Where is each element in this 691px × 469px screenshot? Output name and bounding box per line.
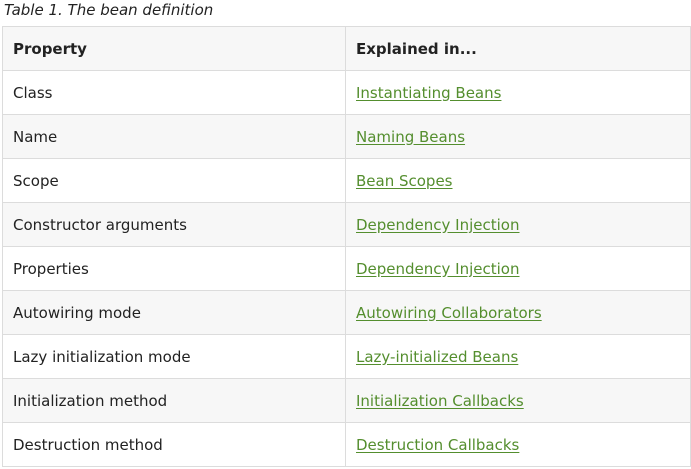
link-initialization-callbacks[interactable]: Initialization Callbacks (356, 392, 524, 410)
link-cell: Lazy-initialized Beans (345, 334, 691, 379)
table-row: Properties Dependency Injection (2, 246, 691, 291)
property-cell: Destruction method (2, 422, 346, 467)
link-lazy-initialized-beans[interactable]: Lazy-initialized Beans (356, 348, 518, 366)
link-naming-beans[interactable]: Naming Beans (356, 128, 465, 146)
link-cell: Destruction Callbacks (345, 422, 691, 467)
property-cell: Properties (2, 246, 346, 291)
link-cell: Initialization Callbacks (345, 378, 691, 423)
table-row: Lazy initialization mode Lazy-initialize… (2, 334, 691, 379)
table-row: Class Instantiating Beans (2, 70, 691, 115)
table-row: Destruction method Destruction Callbacks (2, 422, 691, 467)
link-dependency-injection[interactable]: Dependency Injection (356, 260, 520, 278)
property-cell: Constructor arguments (2, 202, 346, 247)
property-cell: Autowiring mode (2, 290, 346, 335)
property-cell: Class (2, 70, 346, 115)
link-destruction-callbacks[interactable]: Destruction Callbacks (356, 436, 519, 454)
property-cell: Name (2, 114, 346, 159)
link-instantiating-beans[interactable]: Instantiating Beans (356, 84, 501, 102)
link-cell: Dependency Injection (345, 202, 691, 247)
link-cell: Autowiring Collaborators (345, 290, 691, 335)
table-row: Scope Bean Scopes (2, 158, 691, 203)
property-cell: Lazy initialization mode (2, 334, 346, 379)
link-cell: Instantiating Beans (345, 70, 691, 115)
link-bean-scopes[interactable]: Bean Scopes (356, 172, 453, 190)
table-row: Constructor arguments Dependency Injecti… (2, 202, 691, 247)
link-autowiring-collaborators[interactable]: Autowiring Collaborators (356, 304, 542, 322)
column-header-property: Property (2, 26, 346, 71)
column-header-explained-in: Explained in... (345, 26, 691, 71)
table-row: Initialization method Initialization Cal… (2, 378, 691, 423)
link-cell: Dependency Injection (345, 246, 691, 291)
property-cell: Scope (2, 158, 346, 203)
link-cell: Naming Beans (345, 114, 691, 159)
table-row: Autowiring mode Autowiring Collaborators (2, 290, 691, 335)
table-row: Name Naming Beans (2, 114, 691, 159)
bean-definition-table: Property Explained in... Class Instantia… (2, 26, 691, 467)
property-cell: Initialization method (2, 378, 346, 423)
table-caption: Table 1. The bean definition (4, 1, 214, 19)
table-header-row: Property Explained in... (2, 26, 691, 71)
link-cell: Bean Scopes (345, 158, 691, 203)
link-dependency-injection[interactable]: Dependency Injection (356, 216, 520, 234)
